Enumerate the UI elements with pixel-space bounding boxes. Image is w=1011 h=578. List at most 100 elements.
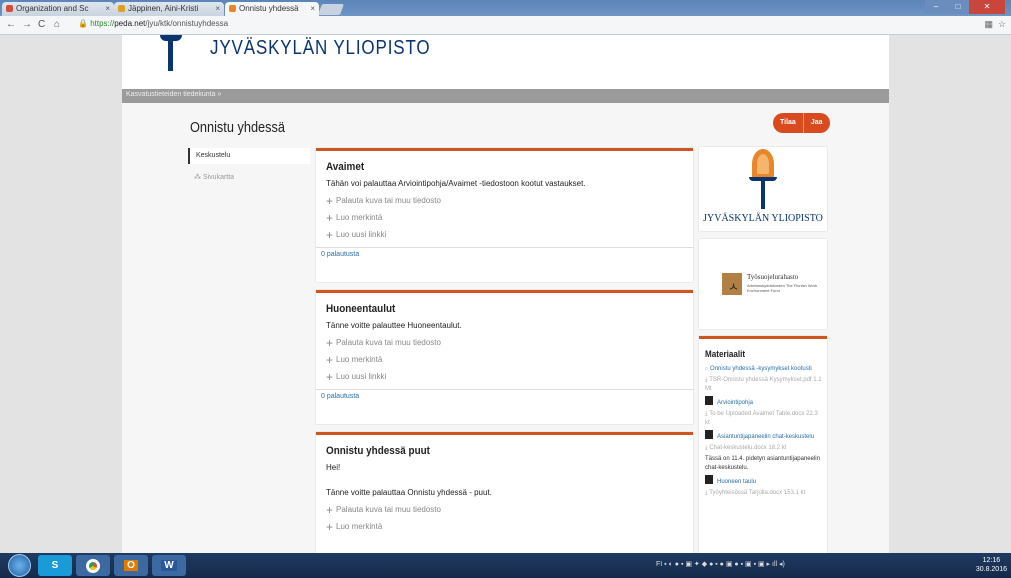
create-entry-action[interactable]: + Luo merkintä: [326, 212, 693, 224]
document-icon: [705, 396, 713, 405]
file-meta[interactable]: ⤓ Chat-keskustelu.docx 18.2 kt: [705, 444, 823, 453]
file-meta-label: To be Uploaded Avaimet Table.docx 22.3 k…: [705, 411, 818, 426]
reload-icon[interactable]: C: [38, 19, 45, 30]
system-tray[interactable]: FI ▪ ◐ ● ▪ ▣ ✦ ◆ ● ▪ ● ▣ ● ▪ ▣ ▪ ▣ ▸ ıll…: [656, 560, 785, 568]
subscribe-button[interactable]: Tilaa: [773, 113, 804, 133]
sitemap-icon: ⁂: [194, 174, 203, 181]
forward-icon[interactable]: →: [22, 19, 32, 30]
breadcrumb: Kasvatustieteiden tiedekunta »: [122, 89, 889, 103]
browser-tab[interactable]: Organization and Sc ×: [2, 2, 114, 16]
submission-count[interactable]: 0 palautusta: [316, 389, 693, 403]
card-title[interactable]: Huoneentaulut: [326, 303, 656, 315]
start-button[interactable]: [8, 554, 31, 577]
card-title[interactable]: Onnistu yhdessä puut: [326, 445, 656, 457]
side-navigation: Keskustelu ⁂ Sivukartta: [188, 148, 310, 186]
url-field[interactable]: 🔒 https://peda.net/jyu/ktk/onnistuyhdess…: [78, 19, 228, 28]
file-meta[interactable]: ⤓ TSR-Onnistu yhdessä Kysymykset.pdf 1.1…: [705, 376, 823, 394]
card-text: Hei!: [326, 463, 341, 472]
clock-date: 30.8.2016: [975, 566, 1007, 573]
url-path: /jyu/ktk/onnistuyhdessa: [145, 19, 229, 28]
document-icon: [705, 430, 713, 439]
share-button[interactable]: Jaa: [804, 113, 830, 133]
upload-file-action[interactable]: + Palauta kuva tai muu tiedosto: [326, 337, 693, 349]
material-link-label: Arviointipohja: [717, 400, 754, 406]
plus-icon: +: [326, 519, 334, 534]
breadcrumb-link[interactable]: Kasvatustieteiden tiedekunta »: [126, 91, 221, 98]
sidenav-item-sivukartta[interactable]: ⁂ Sivukartta: [188, 170, 310, 186]
tab-close-icon[interactable]: ×: [310, 4, 315, 13]
material-link-label: Huoneen taulu: [717, 479, 757, 485]
plus-icon: +: [326, 502, 334, 517]
file-meta-label: TSR-Onnistu yhdessä Kysymykset.pdf 1.1 M…: [705, 377, 822, 392]
upload-file-action[interactable]: + Palauta kuva tai muu tiedosto: [326, 193, 693, 208]
app-label: S: [51, 560, 59, 571]
translate-icon[interactable]: ▦: [984, 19, 993, 30]
assignment-card: Onnistu yhdessä puut Hei! Tänne voitte p…: [316, 432, 693, 553]
torch-logo-stem: [168, 35, 173, 71]
word-taskbar-icon[interactable]: W: [152, 555, 186, 576]
file-meta-label: Chat-keskustelu.docx 18.2 kt: [709, 445, 787, 451]
tab-favicon-icon: [229, 5, 236, 12]
card-text: Tänne voitte palauttaa Onnistu yhdessä -…: [326, 488, 492, 497]
material-link[interactable]: Asiantuntijapaneelin chat-keskustelu: [705, 430, 823, 442]
sidenav-item-keskustelu[interactable]: Keskustelu: [188, 148, 310, 164]
url-host: peda.net: [114, 19, 146, 28]
minimize-icon[interactable]: –: [925, 0, 947, 14]
new-tab-button[interactable]: [317, 4, 345, 15]
tab-label: Organization and Sc: [16, 4, 89, 13]
browser-tab[interactable]: Jäppinen, Aini-Kristi ×: [114, 2, 224, 16]
tab-close-icon[interactable]: ×: [215, 4, 220, 13]
tab-label: Onnistu yhdessä: [239, 4, 299, 13]
file-meta[interactable]: ⤓ To be Uploaded Avaimet Table.docx 22.3…: [705, 410, 823, 428]
torch-stem-icon: [761, 181, 765, 209]
university-name[interactable]: JYVÄSKYLÄN YLIOPISTO: [210, 37, 430, 60]
close-window-icon[interactable]: ✕: [969, 0, 1005, 14]
fund-name: Työsuojelurahasto: [747, 273, 799, 281]
submission-count[interactable]: 0 palautusta: [316, 247, 693, 261]
plus-icon: +: [326, 352, 334, 367]
windows-taskbar: S O W FI ▪ ◐ ● ▪ ▣ ✦ ◆ ● ▪ ● ▣ ● ▪ ▣ ▪ ▣…: [0, 553, 1011, 578]
file-meta[interactable]: ⤓ Työyhteisössä Tarjolla.docx 153.1 kt: [705, 489, 823, 498]
plus-icon: +: [326, 227, 334, 242]
outlook-taskbar-icon[interactable]: O: [114, 555, 148, 576]
card-title[interactable]: Avaimet: [326, 161, 656, 173]
browser-tab-active[interactable]: Onnistu yhdessä ×: [225, 2, 319, 16]
create-link-action[interactable]: + Luo uusi linkki: [326, 371, 693, 383]
action-buttons: Tilaa Jaa: [773, 113, 830, 133]
fund-logo-panel[interactable]: ㅅ Työsuojelurahasto Arbetarskyddsfonden …: [699, 239, 827, 329]
bookmark-star-icon[interactable]: ☆: [998, 19, 1006, 30]
assignment-card: Huoneentaulut Tänne voitte palauttee Huo…: [316, 290, 693, 424]
action-label: Palauta kuva tai muu tiedosto: [336, 338, 441, 347]
action-label: Luo merkintä: [336, 522, 383, 531]
create-entry-action[interactable]: + Luo merkintä: [326, 519, 693, 534]
page-viewport: JYVÄSKYLÄN YLIOPISTO Kasvatustieteiden t…: [0, 35, 1011, 553]
browser-tabbar: Organization and Sc × Jäppinen, Aini-Kri…: [0, 0, 1011, 16]
material-link[interactable]: ⌕ Onnistu yhdessä -kysymykset kootusti: [705, 365, 823, 374]
maximize-icon[interactable]: □: [947, 0, 969, 14]
create-entry-action[interactable]: + Luo merkintä: [326, 352, 693, 367]
skype-taskbar-icon[interactable]: S: [38, 555, 72, 576]
university-logo-panel[interactable]: JYVÄSKYLÄN YLIOPISTO: [699, 147, 827, 231]
upload-file-action[interactable]: + Palauta kuva tai muu tiedosto: [326, 502, 693, 517]
assignment-card: Avaimet Tähän voi palauttaa Arviointipoh…: [316, 148, 693, 282]
tab-close-icon[interactable]: ×: [105, 4, 110, 13]
create-link-action[interactable]: + Luo uusi linkki: [326, 227, 693, 242]
material-link[interactable]: Huoneen taulu: [705, 475, 823, 487]
file-meta-label: Työyhteisössä Tarjolla.docx 153.1 kt: [709, 490, 806, 496]
lock-icon: 🔒: [78, 19, 88, 28]
action-label: Luo uusi linkki: [336, 230, 387, 239]
action-label: Palauta kuva tai muu tiedosto: [336, 505, 441, 514]
clock[interactable]: 12:16 30.8.2016: [976, 556, 1007, 574]
fund-subtitle: Arbetarskyddsfonden The Finnish Work Env…: [747, 283, 818, 293]
plus-icon: +: [326, 193, 334, 208]
app-label: O: [124, 560, 138, 571]
home-icon[interactable]: ⌂: [54, 19, 60, 30]
material-link[interactable]: Arviointipohja: [705, 396, 823, 408]
tab-label: Jäppinen, Aini-Kristi: [128, 4, 199, 13]
flame-inner-icon: [757, 154, 769, 174]
language-indicator[interactable]: FI: [656, 561, 662, 568]
chrome-taskbar-icon[interactable]: [76, 555, 110, 576]
logo-text: JYVÄSKYLÄN YLIOPISTO: [703, 213, 823, 224]
page-container: JYVÄSKYLÄN YLIOPISTO Kasvatustieteiden t…: [122, 35, 889, 553]
back-icon[interactable]: ←: [6, 19, 16, 30]
